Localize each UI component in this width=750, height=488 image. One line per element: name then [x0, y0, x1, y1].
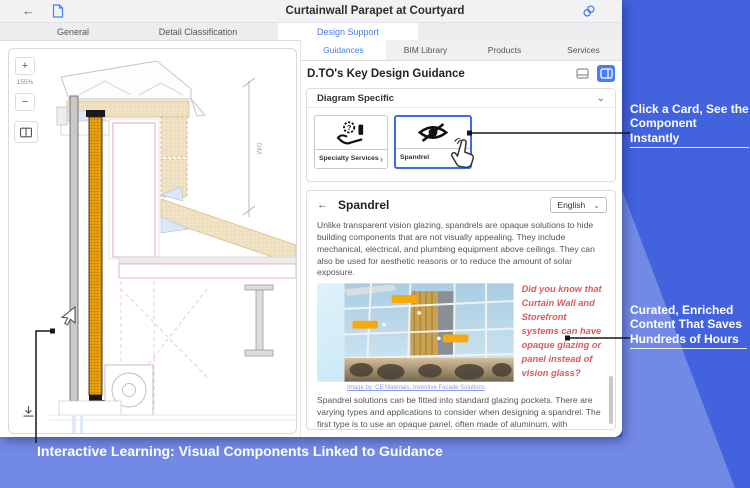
svg-text:DIM: DIM [255, 143, 261, 154]
app-window: ← Curtainwall Parapet at Courtyard Gener… [0, 0, 622, 437]
tab-services[interactable]: Services [544, 40, 622, 60]
article-back-icon[interactable]: ← [317, 199, 328, 211]
tab-bim-library[interactable]: BIM Library [386, 40, 465, 60]
app-topbar: ← Curtainwall Parapet at Courtyard [0, 0, 622, 23]
did-you-know-callout: Did you know that Curtain Wall and Store… [522, 283, 605, 382]
annotation-curated-content: Curated, Enriched Content That Saves Hun… [630, 303, 747, 349]
share-link-icon[interactable] [582, 4, 596, 18]
card-label: Spandrel [400, 154, 429, 161]
card-label: Specialty Services [319, 155, 379, 162]
guidance-panel: Guidances BIM Library Products Services … [300, 40, 622, 437]
layers-panel-button[interactable] [14, 121, 38, 143]
zoom-in-button[interactable]: + [15, 57, 35, 75]
svg-text:?: ? [347, 123, 352, 132]
article-paragraph-1: Unlike transparent vision glazing, spand… [317, 220, 605, 279]
article-paragraph-2: Spandrel solutions can be fitted into st… [317, 395, 605, 430]
annotation-interactive-learning: Interactive Learning: Visual Components … [37, 443, 443, 459]
click-hand-icon [449, 138, 477, 170]
diagram-specific-title: Diagram Specific [317, 93, 394, 104]
diagram-specific-header[interactable]: Diagram Specific ⌄ [307, 89, 615, 108]
image-caption-link[interactable]: Image by: CE Materials, Inventive Facade… [317, 385, 515, 391]
chevron-down-icon: ⌄ [593, 201, 600, 210]
card-specialty-services[interactable]: ? Specialty Services › [314, 115, 388, 169]
spandrel-article: ← Spandrel English ⌄ Unlike transparent … [306, 190, 616, 430]
zoom-level: 155% [11, 79, 39, 86]
document-icon[interactable] [52, 4, 64, 18]
guidance-heading: D.TO's Key Design Guidance [307, 64, 617, 84]
download-button[interactable] [17, 401, 39, 421]
dock-bottom-view-button[interactable] [573, 65, 591, 82]
drawing-viewport[interactable]: DIM + [8, 48, 297, 434]
zoom-out-button[interactable]: − [15, 93, 35, 111]
language-select[interactable]: English ⌄ [550, 197, 607, 213]
download-icon [21, 404, 36, 419]
guidance-tab-bar: Guidances BIM Library Products Services [301, 40, 622, 61]
specialty-services-icon: ? [334, 119, 368, 147]
book-pages-icon [19, 126, 33, 139]
dock-right-icon [600, 68, 613, 79]
tab-products[interactable]: Products [465, 40, 544, 60]
detail-drawing: DIM [9, 49, 296, 433]
dock-bottom-icon [576, 68, 589, 79]
spandrel-photo [317, 283, 514, 382]
main-tab-bar: General Detail Classification Design Sup… [0, 23, 622, 41]
article-scrollbar[interactable] [609, 376, 613, 424]
tab-detail-classification[interactable]: Detail Classification [118, 23, 278, 40]
article-title: Spandrel [338, 198, 389, 212]
spandrel-hidden-icon [416, 121, 450, 144]
back-icon[interactable]: ← [22, 0, 35, 22]
tab-design-support[interactable]: Design Support [278, 23, 418, 40]
dock-right-view-button[interactable] [597, 65, 615, 82]
tab-general[interactable]: General [28, 23, 118, 40]
annotation-click-card: Click a Card, See the Component Instantl… [630, 102, 749, 148]
tab-guidances[interactable]: Guidances [301, 40, 386, 60]
language-value: English [557, 200, 585, 210]
chevron-right-icon: › [380, 154, 383, 164]
page-title: Curtainwall Parapet at Courtyard [128, 0, 622, 22]
chevron-down-icon: ⌄ [597, 93, 605, 104]
